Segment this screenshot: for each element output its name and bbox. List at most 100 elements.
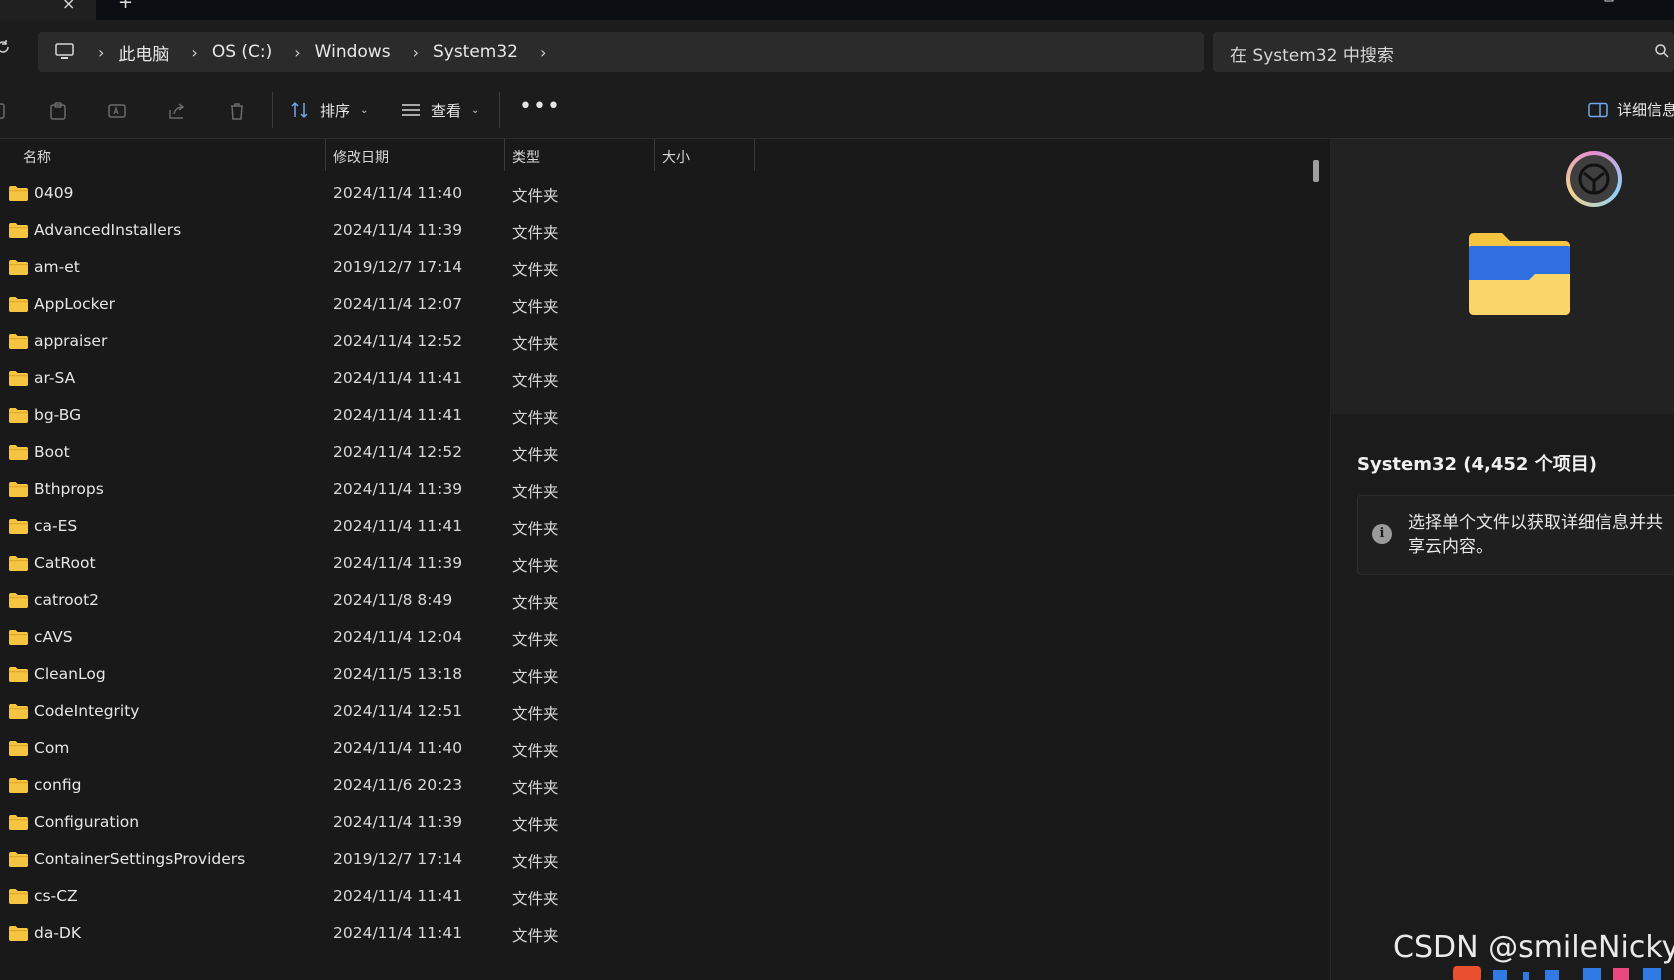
- file-row[interactable]: appraiser 2024/11/4 12:52 文件夹: [0, 328, 1330, 365]
- file-name: 0409: [34, 184, 74, 202]
- file-row[interactable]: am-et 2019/12/7 17:14 文件夹: [0, 254, 1330, 291]
- search-icon[interactable]: [1654, 43, 1670, 59]
- file-row[interactable]: AppLocker 2024/11/4 12:07 文件夹: [0, 291, 1330, 328]
- file-name: ca-ES: [34, 517, 78, 535]
- chevron-right-icon[interactable]: ›: [540, 43, 546, 62]
- tab-bar: × +: [0, 0, 1674, 20]
- column-resize-handle[interactable]: [504, 139, 505, 171]
- file-row[interactable]: Com 2024/11/4 11:40 文件夹: [0, 735, 1330, 772]
- file-type: 文件夹: [512, 631, 559, 649]
- folder-icon: [9, 408, 28, 423]
- file-modified: 2024/11/4 12:51: [333, 702, 463, 720]
- view-button[interactable]: 查看 ⌄: [401, 98, 479, 122]
- breadcrumb-item-system32[interactable]: System32: [433, 42, 518, 62]
- file-name: AppLocker: [34, 295, 115, 313]
- folder-icon: [9, 297, 28, 312]
- file-row[interactable]: cAVS 2024/11/4 12:04 文件夹: [0, 624, 1330, 661]
- column-header: ˄ 名称 修改日期 类型 大小: [0, 139, 1330, 171]
- folder-icon: [9, 445, 28, 460]
- file-row[interactable]: ca-ES 2024/11/4 11:41 文件夹: [0, 513, 1330, 550]
- column-resize-handle[interactable]: [654, 139, 655, 171]
- search-input[interactable]: 在 System32 中搜索: [1213, 32, 1674, 72]
- file-row[interactable]: 0409 2024/11/4 11:40 文件夹: [0, 180, 1330, 217]
- file-row[interactable]: catroot2 2024/11/8 8:49 文件夹: [0, 587, 1330, 624]
- column-modified[interactable]: 修改日期: [333, 147, 389, 167]
- folder-icon: [9, 556, 28, 571]
- avatar[interactable]: [1566, 151, 1622, 207]
- file-name: da-DK: [34, 924, 82, 942]
- file-modified: 2024/11/4 11:39: [333, 554, 463, 572]
- file-type: 文件夹: [512, 372, 559, 390]
- scrollbar-thumb[interactable]: [1313, 160, 1319, 182]
- column-resize-handle[interactable]: [325, 139, 326, 171]
- file-type: 文件夹: [512, 557, 559, 575]
- file-name: am-et: [34, 258, 80, 276]
- folder-icon: [9, 667, 28, 682]
- file-modified: 2024/11/8 8:49: [333, 591, 453, 609]
- breadcrumb-item-this-pc[interactable]: 此电脑: [118, 40, 169, 65]
- file-name: cAVS: [34, 628, 73, 646]
- file-row[interactable]: ContainerSettingsProviders 2019/12/7 17:1…: [0, 846, 1330, 883]
- file-modified: 2024/11/4 11:41: [333, 406, 463, 424]
- delete-icon[interactable]: [227, 101, 247, 121]
- file-row[interactable]: Bthprops 2024/11/4 11:39 文件夹: [0, 476, 1330, 513]
- file-modified: 2024/11/4 12:52: [333, 443, 463, 461]
- file-row[interactable]: CleanLog 2024/11/5 13:18 文件夹: [0, 661, 1330, 698]
- folder-icon: [9, 778, 28, 793]
- address-row: › 此电脑 › OS (C:) › Windows › System32 › 在…: [0, 20, 1674, 83]
- file-rows: 0409 2024/11/4 11:40 文件夹 AdvancedInstallers…: [0, 180, 1330, 957]
- file-type: 文件夹: [512, 409, 559, 427]
- column-name[interactable]: 名称: [23, 147, 51, 167]
- folder-icon: [9, 334, 28, 349]
- file-row[interactable]: AdvancedInstallers 2024/11/4 11:39 文件夹: [0, 217, 1330, 254]
- info-icon: i: [1372, 524, 1392, 544]
- file-name: appraiser: [34, 332, 108, 350]
- details-pane-button[interactable]: 详细信息: [1588, 99, 1674, 120]
- more-options-icon[interactable]: •••: [519, 94, 561, 119]
- file-row[interactable]: da-DK 2024/11/4 11:41 文件夹: [0, 920, 1330, 957]
- breadcrumb-item-windows[interactable]: Windows: [315, 42, 391, 62]
- file-row[interactable]: CodeIntegrity 2024/11/4 12:51 文件夹: [0, 698, 1330, 735]
- view-label: 查看: [431, 101, 462, 120]
- file-row[interactable]: bg-BG 2024/11/4 11:41 文件夹: [0, 402, 1330, 439]
- file-row[interactable]: Boot 2024/11/4 12:52 文件夹: [0, 439, 1330, 476]
- command-bar: 排序 ⌄ 查看 ⌄ ••• 详细信息: [0, 82, 1674, 139]
- breadcrumb[interactable]: › 此电脑 › OS (C:) › Windows › System32 ›: [38, 32, 1204, 72]
- file-name: cs-CZ: [34, 887, 78, 905]
- file-row[interactable]: cs-CZ 2024/11/4 11:41 文件夹: [0, 883, 1330, 920]
- sort-icon: [291, 101, 308, 119]
- file-row[interactable]: ar-SA 2024/11/4 11:41 文件夹: [0, 365, 1330, 402]
- file-type: 文件夹: [512, 705, 559, 723]
- folder-icon: [9, 482, 28, 497]
- file-type: 文件夹: [512, 335, 559, 353]
- computer-icon[interactable]: [54, 43, 76, 61]
- breadcrumb-item-drive-c[interactable]: OS (C:): [212, 42, 272, 62]
- file-modified: 2024/11/4 11:40: [333, 739, 463, 757]
- sort-ascending-icon: ˄: [165, 139, 170, 146]
- file-modified: 2024/11/4 11:41: [333, 924, 463, 942]
- file-modified: 2024/11/4 11:41: [333, 369, 463, 387]
- sort-button[interactable]: 排序 ⌄: [290, 98, 368, 122]
- share-icon[interactable]: [167, 101, 187, 121]
- file-name: bg-BG: [34, 406, 82, 424]
- copy-icon[interactable]: [0, 101, 8, 121]
- paste-icon[interactable]: [48, 101, 68, 121]
- folder-icon: [9, 815, 28, 830]
- tab-current[interactable]: ×: [0, 0, 96, 20]
- file-modified: 2024/11/4 12:04: [333, 628, 463, 646]
- file-type: 文件夹: [512, 224, 559, 242]
- file-row[interactable]: config 2024/11/6 20:23 文件夹: [0, 772, 1330, 809]
- file-name: Boot: [34, 443, 70, 461]
- window-restore-icon[interactable]: [1604, 0, 1614, 8]
- file-row[interactable]: CatRoot 2024/11/4 11:39 文件夹: [0, 550, 1330, 587]
- tab-close-button[interactable]: ×: [62, 0, 75, 13]
- column-type[interactable]: 类型: [512, 147, 540, 167]
- column-size[interactable]: 大小: [662, 147, 690, 167]
- rename-icon[interactable]: [107, 101, 127, 121]
- folder-icon: [9, 926, 28, 941]
- folder-icon: [9, 186, 28, 201]
- file-row[interactable]: Configuration 2024/11/4 11:39 文件夹: [0, 809, 1330, 846]
- new-tab-button[interactable]: +: [118, 0, 133, 13]
- column-resize-handle[interactable]: [754, 139, 755, 171]
- refresh-icon[interactable]: [0, 38, 12, 61]
